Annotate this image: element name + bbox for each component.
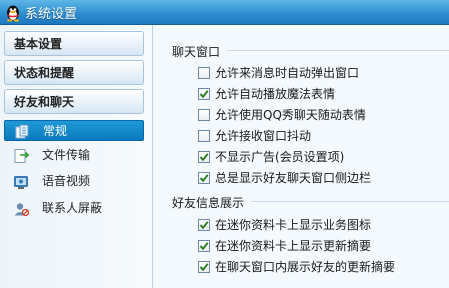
checkbox[interactable]: [198, 219, 210, 231]
settings-panel: 聊天窗口 允许来消息时自动弹出窗口 允许自动播放魔法表情 允许使用QQ秀聊天随动…: [153, 25, 449, 288]
sidebar-item-label: 联系人屏蔽: [42, 201, 103, 215]
window-title: 系统设置: [25, 7, 78, 22]
checkbox[interactable]: [198, 130, 210, 142]
sidebar: 基本设置 状态和提醒 好友和聊天 常规 文件传输 语音视频 联系人屏蔽: [0, 25, 153, 288]
checkbox[interactable]: [198, 67, 210, 79]
sidebar-item-label: 常规: [43, 124, 68, 138]
sidebar-category-basic[interactable]: 基本设置: [4, 31, 144, 56]
checkbox[interactable]: [198, 172, 210, 184]
checkmark-icon: [199, 242, 209, 251]
checkbox[interactable]: [198, 261, 210, 273]
group-divider: [227, 50, 449, 51]
title-bar[interactable]: 系统设置: [0, 0, 449, 25]
qq-penguin-icon: [7, 5, 19, 22]
option-label: 总是显示好友聊天窗口侧边栏: [215, 171, 372, 185]
checkmark-icon: [199, 153, 209, 162]
group-divider: [251, 201, 449, 202]
option-label: 允许接收窗口抖动: [215, 129, 312, 143]
checkmark-icon: [199, 90, 209, 99]
option-label: 在迷你资料卡上显示业务图标: [215, 218, 372, 232]
sidebar-item-general[interactable]: 常规: [4, 120, 144, 141]
sidebar-item-label: 语音视频: [42, 174, 91, 188]
checkbox[interactable]: [198, 151, 210, 163]
option-label: 允许自动播放魔法表情: [215, 87, 336, 101]
checkbox[interactable]: [198, 240, 210, 252]
group-title-friend-info: 好友信息展示: [172, 196, 245, 210]
checkbox[interactable]: [198, 88, 210, 100]
sidebar-item-file-transfer[interactable]: 文件传输: [4, 145, 144, 166]
sidebar-category-friends-chat[interactable]: 好友和聊天: [4, 89, 144, 114]
voice-video-icon: [14, 176, 28, 189]
sidebar-item-label: 文件传输: [42, 148, 91, 162]
group-title-chat-window: 聊天窗口: [172, 45, 221, 59]
sidebar-item-voice-video[interactable]: 语音视频: [4, 171, 144, 192]
option-label: 在迷你资料卡上显示更新摘要: [215, 239, 372, 253]
checkbox[interactable]: [198, 109, 210, 121]
checkmark-icon: [199, 263, 209, 272]
sidebar-category-status[interactable]: 状态和提醒: [4, 60, 144, 85]
option-label: 允许使用QQ秀聊天随动表情: [215, 108, 366, 122]
checkmark-icon: [199, 221, 209, 230]
option-label: 允许来消息时自动弹出窗口: [215, 66, 360, 80]
option-label: 不显示广告(会员设置项): [215, 150, 345, 164]
checkmark-icon: [199, 174, 209, 183]
file-transfer-icon: [14, 149, 29, 163]
contact-block-icon: [14, 203, 29, 217]
sidebar-item-contact-block[interactable]: 联系人屏蔽: [4, 198, 144, 219]
option-label: 在聊天窗口内展示好友的更新摘要: [215, 260, 396, 274]
general-settings-icon: [15, 124, 29, 139]
